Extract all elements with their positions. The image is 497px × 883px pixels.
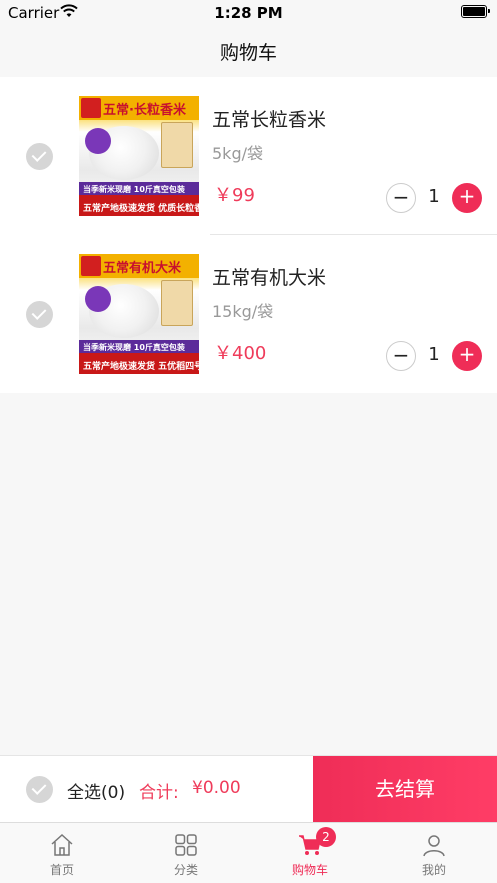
tab-bar: 首页 分类 2 购物车 我的 — [0, 822, 497, 883]
cart-count-badge: 2 — [316, 827, 336, 847]
page-title: 购物车 — [219, 42, 277, 64]
select-all-checkbox[interactable] — [26, 776, 53, 803]
select-all-label[interactable]: 全选(0) — [67, 778, 125, 803]
tab-category[interactable]: 分类 — [124, 823, 248, 883]
product-name[interactable]: 五常长粒香米 — [212, 105, 326, 132]
quantity-value: 1 — [428, 186, 440, 207]
quantity-value: 1 — [428, 344, 440, 365]
product-spec: 15kg/袋 — [212, 302, 274, 321]
tab-cart[interactable]: 2 购物车 — [248, 823, 372, 883]
quantity-stepper: − 1 + — [386, 183, 484, 213]
tab-label: 购物车 — [291, 863, 328, 877]
brand-logo-icon — [81, 98, 101, 118]
tab-label: 首页 — [49, 863, 74, 877]
home-icon — [51, 833, 73, 856]
cart-item: 五常·长粒香米 当季新米现磨 10斤真空包装 五常产地极速发货 优质长粒香 五常… — [0, 77, 497, 235]
image-band-text: 当季新米现磨 10斤真空包装 — [83, 185, 185, 194]
badge-icon — [85, 128, 111, 154]
clock: 1:28 PM — [214, 4, 283, 22]
grid-icon — [175, 834, 197, 856]
product-image[interactable]: 五常有机大米 当季新米现磨 10斤真空包装 五常产地极速发货 五优稻四号 — [79, 254, 199, 374]
image-title: 五常·长粒香米 — [103, 103, 186, 118]
product-name[interactable]: 五常有机大米 — [212, 263, 326, 290]
decrease-button[interactable]: − — [386, 341, 416, 371]
rice-bag-icon — [161, 280, 193, 326]
product-price: ￥400 — [214, 343, 267, 364]
user-icon — [423, 835, 445, 857]
checkout-button[interactable]: 去结算 — [313, 756, 497, 823]
badge-icon — [85, 286, 111, 312]
total-label: 合计: — [139, 783, 179, 803]
image-band-text: 当季新米现磨 10斤真空包装 — [83, 343, 185, 352]
tab-home[interactable]: 首页 — [0, 823, 124, 883]
cart-list: 五常·长粒香米 当季新米现磨 10斤真空包装 五常产地极速发货 优质长粒香 五常… — [0, 77, 497, 393]
image-band-text: 五常产地极速发货 优质长粒香 — [83, 204, 199, 214]
item-checkbox[interactable] — [26, 143, 53, 170]
product-price: ￥99 — [214, 185, 255, 206]
rice-bag-icon — [161, 122, 193, 168]
cart-item: 五常有机大米 当季新米现磨 10斤真空包装 五常产地极速发货 五优稻四号 五常有… — [0, 235, 497, 393]
nav-bar: 购物车 — [0, 26, 497, 76]
status-bar: Carrier 1:28 PM — [0, 0, 497, 26]
decrease-button[interactable]: − — [386, 183, 416, 213]
image-band-text: 五常产地极速发货 五优稻四号 — [83, 362, 199, 372]
quantity-stepper: − 1 + — [386, 341, 484, 371]
total-value: ¥0.00 — [192, 778, 241, 798]
image-title: 五常有机大米 — [103, 261, 182, 276]
item-checkbox[interactable] — [26, 301, 53, 328]
increase-button[interactable]: + — [452, 183, 482, 213]
tab-label: 分类 — [173, 863, 198, 877]
checkout-bar: 全选(0) 合计: ¥0.00 去结算 — [0, 755, 497, 823]
increase-button[interactable]: + — [452, 341, 482, 371]
product-spec: 5kg/袋 — [212, 144, 263, 163]
product-image[interactable]: 五常·长粒香米 当季新米现磨 10斤真空包装 五常产地极速发货 优质长粒香 — [79, 96, 199, 216]
brand-logo-icon — [81, 256, 101, 276]
tab-label: 我的 — [421, 863, 446, 877]
tab-profile[interactable]: 我的 — [372, 823, 496, 883]
battery-icon — [461, 5, 490, 18]
